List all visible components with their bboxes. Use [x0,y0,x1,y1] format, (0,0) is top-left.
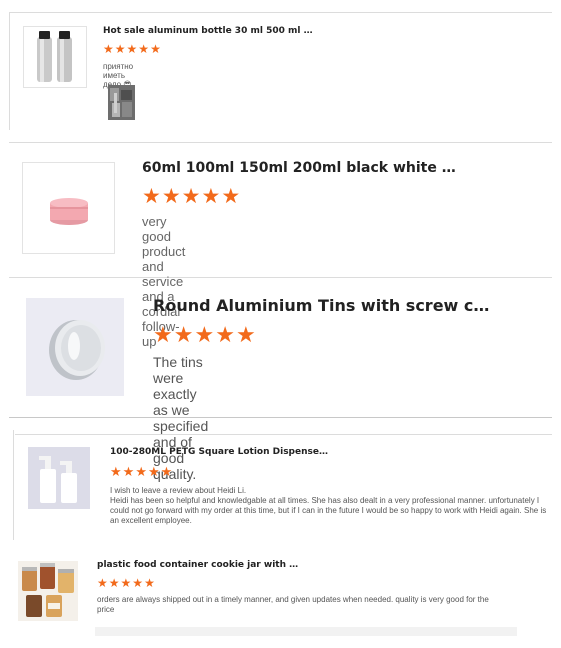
product-title[interactable]: 100-280ML PETG Square Lotion Dispenser B… [110,447,330,457]
product-image[interactable] [28,447,90,509]
star-icon: ★ [103,42,114,56]
star-icon: ★ [153,322,173,347]
product-image[interactable] [26,298,124,396]
star-icon: ★ [173,322,194,347]
star-icon: ★ [221,185,241,208]
divider [9,12,10,130]
star-icon: ★ [147,464,160,479]
star-icon: ★ [114,42,126,56]
divider [9,417,552,418]
star-icon: ★ [135,464,147,479]
product-image[interactable] [18,561,78,621]
star-icon: ★ [97,576,108,590]
star-icon: ★ [120,576,132,590]
product-image[interactable] [22,162,115,254]
review-text: I wish to leave a review about Heidi Li.… [110,486,547,525]
star-icon: ★ [126,42,138,56]
product-title[interactable]: Round Aluminium Tins with screw cap 30ml… [153,296,493,315]
star-icon: ★ [142,185,161,208]
divider [15,434,552,435]
star-icon: ★ [108,576,120,590]
divider [9,277,552,278]
star-icon: ★ [138,42,150,56]
star-icon: ★ [160,464,173,479]
rating-stars: ★ ★ ★ ★ ★ [97,577,156,589]
product-title[interactable]: plastic food container cookie jar with a… [97,560,302,570]
next-card-edge [95,627,517,636]
star-icon: ★ [194,322,215,347]
star-icon: ★ [110,464,122,479]
star-icon: ★ [161,185,181,208]
rating-stars: ★ ★ ★ ★ ★ [142,186,241,207]
star-icon: ★ [181,185,201,208]
star-icon: ★ [215,322,235,347]
review-text: orders are always shipped out in a timel… [97,595,489,614]
rating-stars: ★ ★ ★ ★ ★ [110,465,173,478]
star-icon: ★ [144,576,155,590]
star-icon: ★ [201,185,221,208]
star-icon: ★ [122,464,135,479]
review-text: The tins were exactly as we specified an… [153,354,209,482]
product-title[interactable]: Hot sale aluminum bottle 30 ml 500 ml 10… [103,26,318,36]
rating-stars: ★ ★ ★ ★ ★ [153,324,257,346]
star-icon: ★ [150,42,161,56]
rating-stars: ★ ★ ★ ★ ★ [103,43,162,55]
star-icon: ★ [132,576,144,590]
divider [9,12,552,13]
product-image[interactable] [23,26,87,88]
star-icon: ★ [235,322,256,347]
divider [9,142,552,143]
product-title[interactable]: 60ml 100ml 150ml 200ml black white red m… [142,160,462,176]
review-photo[interactable] [108,85,135,120]
divider [13,430,14,540]
